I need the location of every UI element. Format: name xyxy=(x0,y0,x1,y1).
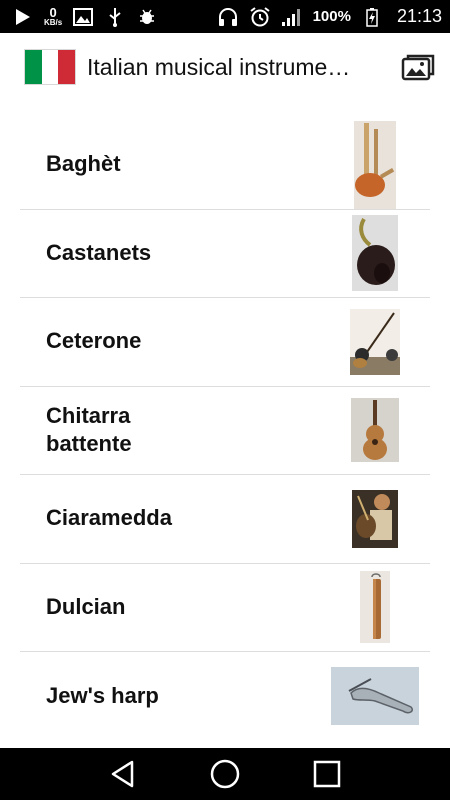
status-bar-left: 0 KB/s xyxy=(12,6,158,27)
bug-icon xyxy=(136,7,158,27)
thumbnail-ceterone xyxy=(320,298,430,386)
list-item-chitarra-battente[interactable]: Chitarra battente xyxy=(20,386,430,475)
list-item-castanets[interactable]: Castanets xyxy=(20,209,430,298)
instrument-name: Ciaramedda xyxy=(46,505,172,531)
instrument-name: Dulcian xyxy=(46,593,126,619)
app-bar: Italian musical instrume… xyxy=(0,33,450,101)
status-bar-right: 100% 21:13 xyxy=(217,6,442,27)
home-icon xyxy=(210,759,240,789)
usb-icon xyxy=(104,7,126,27)
recents-button[interactable] xyxy=(302,749,352,799)
instrument-name: Ceterone xyxy=(46,328,142,354)
alarm-icon xyxy=(249,6,271,27)
list-item-jews-harp[interactable]: Jew's harp xyxy=(20,652,430,741)
list-item-dulcian[interactable]: Dulcian xyxy=(20,563,430,652)
instrument-name: Baghèt xyxy=(46,151,121,177)
network-speed-unit: KB/s xyxy=(44,18,63,27)
thumbnail-guitar xyxy=(320,386,430,474)
battery-charging-icon xyxy=(361,7,383,27)
app-title: Italian musical instrume… xyxy=(87,53,351,80)
thumbnail-bagpipe xyxy=(320,120,430,209)
list-item-ceterone[interactable]: Ceterone xyxy=(20,298,430,387)
thumbnail-dulcian xyxy=(320,563,430,651)
flag-red-band xyxy=(58,50,76,84)
home-button[interactable] xyxy=(200,749,250,799)
gallery-button[interactable] xyxy=(398,47,438,87)
list-item-baghet[interactable]: Baghèt xyxy=(20,120,430,210)
network-speed: 0 KB/s xyxy=(44,6,62,27)
headphones-icon xyxy=(217,7,239,27)
status-bar: 0 KB/s 100% 21:13 xyxy=(0,0,450,33)
instrument-name: Jew's harp xyxy=(46,682,159,708)
gallery-icon xyxy=(401,54,435,81)
battery-percent: 100% xyxy=(312,8,351,25)
image-icon xyxy=(72,7,94,27)
instrument-name: Chitarra battente xyxy=(46,402,132,457)
flag-white-band xyxy=(41,50,59,84)
flag-green-band xyxy=(25,50,42,84)
instrument-list: Baghèt Castanets Ceterone Chitarra batte… xyxy=(20,120,430,741)
thumbnail-ciaramedda xyxy=(320,475,430,563)
back-button[interactable] xyxy=(98,749,148,799)
instrument-name: Castanets xyxy=(46,239,152,265)
thumbnail-jews-harp xyxy=(320,652,430,740)
clock: 21:13 xyxy=(396,6,442,26)
play-icon xyxy=(12,7,34,27)
list-item-ciaramedda[interactable]: Ciaramedda xyxy=(20,475,430,564)
back-icon xyxy=(111,760,134,788)
signal-icon xyxy=(281,7,303,27)
italian-flag-icon xyxy=(24,49,76,85)
recents-icon xyxy=(313,760,341,788)
navigation-bar xyxy=(0,748,450,800)
thumbnail-castanets xyxy=(320,209,430,297)
